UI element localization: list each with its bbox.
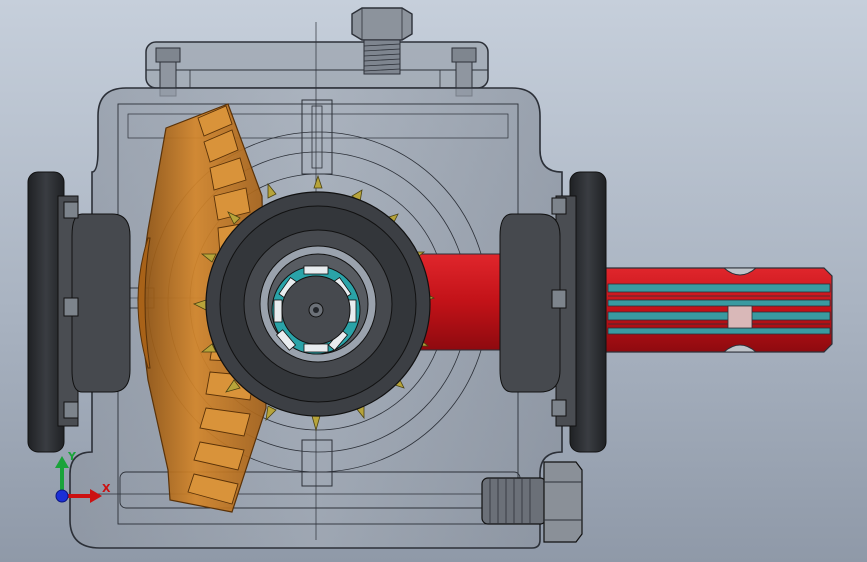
- cad-graphics-viewport[interactable]: X Y: [0, 0, 867, 562]
- gearbox-model[interactable]: [0, 0, 867, 562]
- needle-bearing[interactable]: [271, 265, 361, 355]
- z-axis-dot-icon: [55, 489, 69, 503]
- x-axis-label: X: [102, 482, 111, 495]
- y-axis-label: Y: [68, 450, 76, 463]
- orientation-triad[interactable]: X Y: [44, 450, 124, 512]
- top-cover[interactable]: [145, 41, 489, 89]
